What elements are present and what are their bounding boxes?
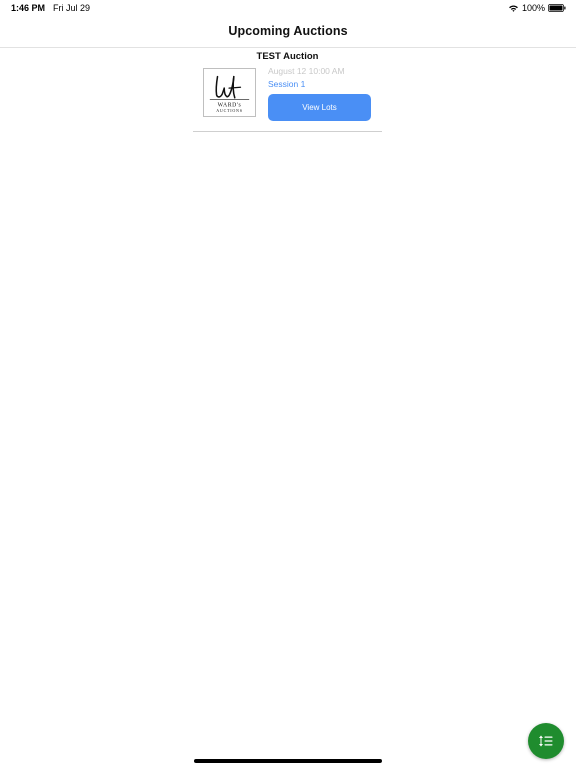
auction-card: TEST Auction WARD's AUCTIONS August 12 1… bbox=[193, 48, 382, 132]
status-right: 100% bbox=[508, 3, 566, 13]
status-left: 1:46 PM Fri Jul 29 bbox=[11, 3, 90, 13]
home-indicator[interactable] bbox=[194, 759, 382, 763]
battery-icon bbox=[548, 4, 566, 12]
nav-bar: Upcoming Auctions bbox=[0, 16, 576, 48]
sort-filter-button[interactable] bbox=[528, 723, 564, 759]
auction-title: TEST Auction bbox=[256, 51, 319, 62]
page-title: Upcoming Auctions bbox=[228, 24, 348, 38]
logo-text-auctions: AUCTIONS bbox=[216, 108, 242, 113]
view-lots-button[interactable]: View Lots bbox=[268, 94, 371, 121]
status-date: Fri Jul 29 bbox=[53, 3, 91, 13]
wards-auctions-logo[interactable]: WARD's AUCTIONS bbox=[203, 68, 256, 117]
status-bar: 1:46 PM Fri Jul 29 100% bbox=[0, 0, 576, 16]
status-time: 1:46 PM bbox=[11, 3, 46, 13]
wifi-icon bbox=[508, 4, 519, 13]
screen: 1:46 PM Fri Jul 29 100% Upcoming Auction… bbox=[0, 0, 576, 768]
auction-session: Session 1 bbox=[268, 79, 306, 89]
auction-date: August 12 10:00 AM bbox=[268, 66, 345, 76]
sort-list-icon bbox=[538, 734, 554, 748]
battery-percent: 100% bbox=[521, 3, 545, 13]
